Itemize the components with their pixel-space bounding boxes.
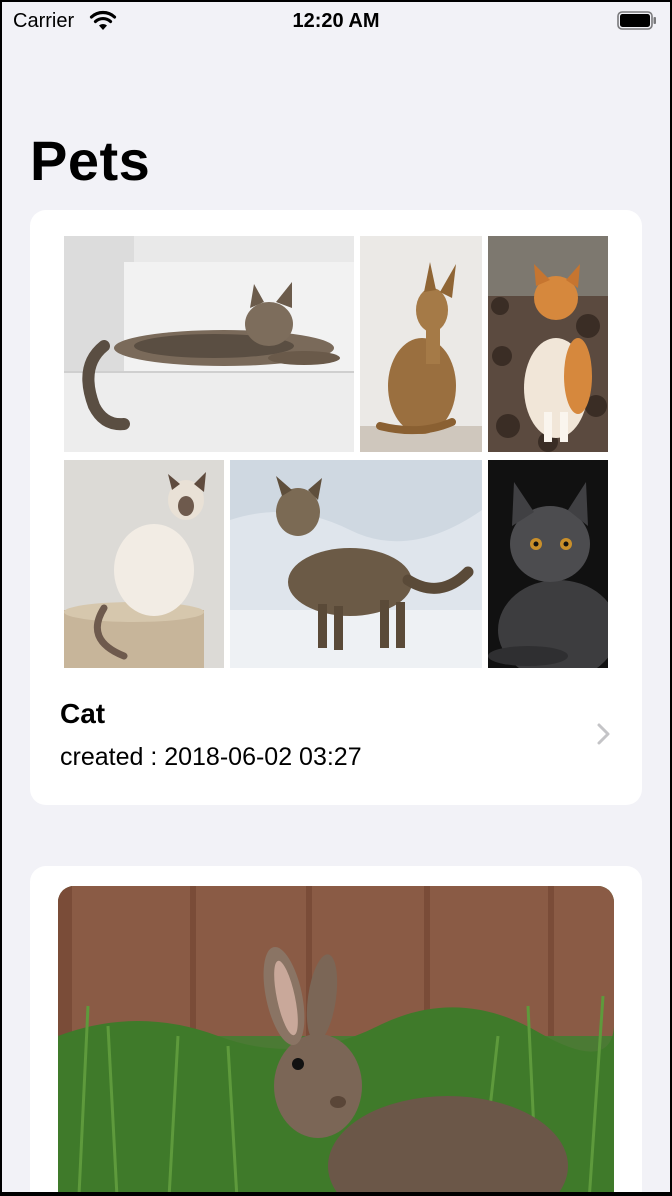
album-created-date: created : 2018-06-02 03:27 <box>60 743 362 771</box>
cat-photo-abyssinian <box>360 236 482 452</box>
status-bar: Carrier 12:20 AM <box>2 2 670 42</box>
cat-photo-tabby-lying <box>64 236 354 452</box>
chevron-right-icon[interactable] <box>596 722 612 746</box>
page-title: Pets <box>30 129 151 192</box>
album-card-rabbit[interactable] <box>30 866 642 1192</box>
battery-full-icon <box>617 11 656 30</box>
album-title: Cat <box>60 698 106 729</box>
cat-photo-grey-shorthair <box>488 460 608 668</box>
cat-photo-siamese <box>64 460 224 668</box>
cat-photo-tabby-snow <box>230 460 482 668</box>
rabbit-photo <box>58 886 614 1192</box>
clock: 12:20 AM <box>292 10 380 32</box>
screen: Carrier 12:20 AM Pets Cat created: 2018… <box>2 2 670 1192</box>
album-card-cat[interactable]: Cat created : 2018-06-02 03:27 <box>30 210 642 805</box>
cat-photo-orange-white <box>488 236 608 452</box>
